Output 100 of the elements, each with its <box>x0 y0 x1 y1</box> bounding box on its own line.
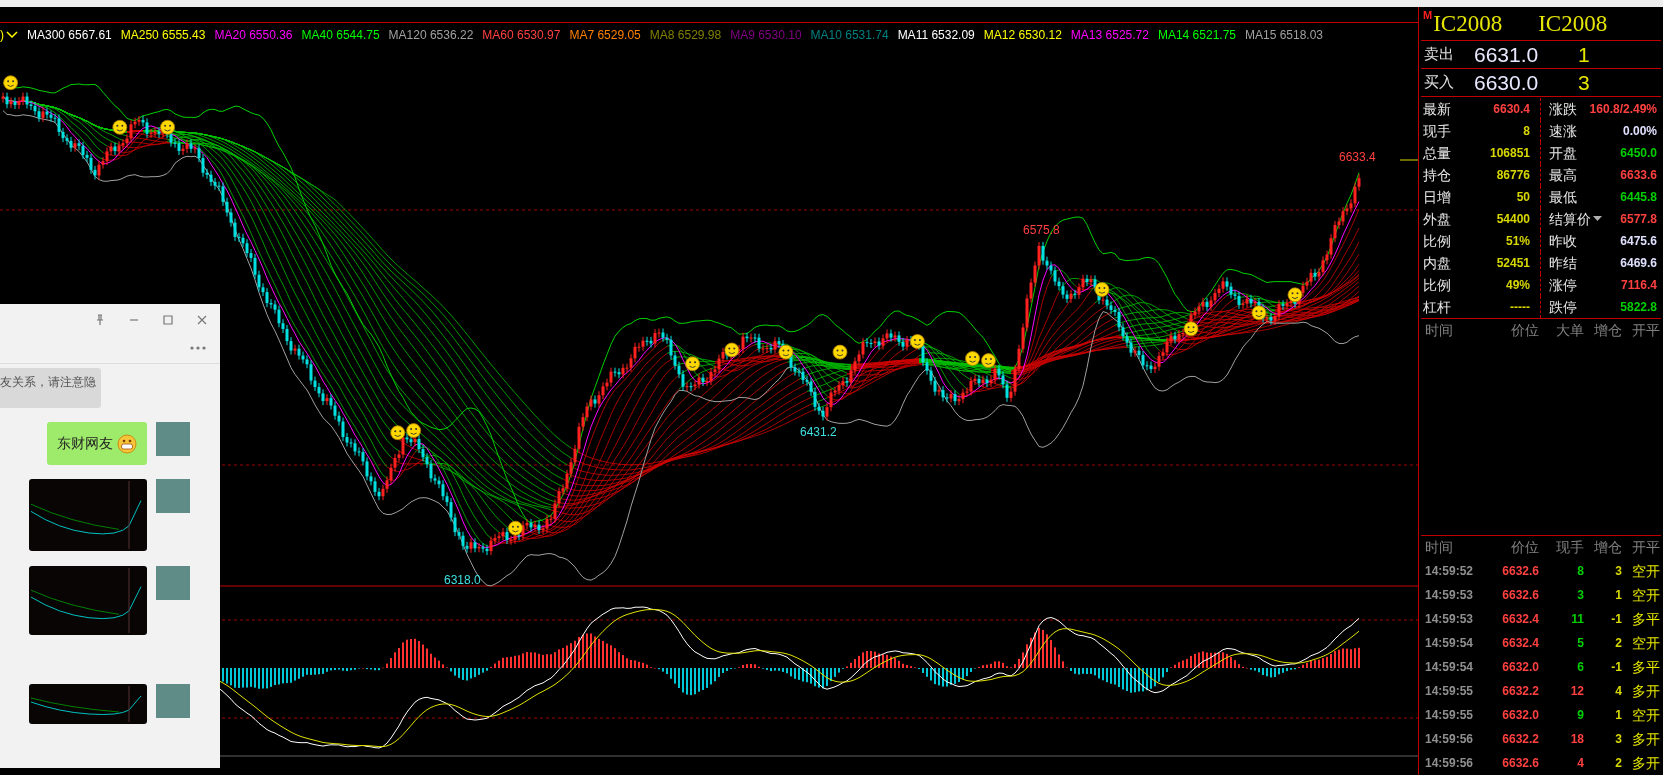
tick-price: 6632.6 <box>1501 563 1539 580</box>
stat-value: 106851 <box>1489 145 1530 162</box>
bid-volume: 3 <box>1578 69 1590 96</box>
contract-title: IC2008 <box>1538 10 1608 38</box>
moving-average-value: MA20 6550.36 <box>214 26 293 44</box>
chart-screenshot-thumbnail[interactable] <box>29 684 147 724</box>
stat-value: 54400 <box>1496 211 1530 228</box>
tick-trade-type: 空开 <box>1631 561 1660 581</box>
column-header: 时间 <box>1424 321 1454 340</box>
system-notice: 友关系，请注意隐 <box>0 368 101 408</box>
dropdown-triangle-icon[interactable] <box>1593 216 1602 222</box>
smiley-icon <box>724 342 740 358</box>
tick-price: 6632.0 <box>1501 707 1539 724</box>
smiley-icon <box>1094 282 1110 297</box>
column-header: 增仓 <box>1593 538 1622 557</box>
tick-time: 14:59:54 <box>1424 635 1475 652</box>
tick-price: 6632.4 <box>1501 635 1539 652</box>
tick-time: 14:59:53 <box>1424 587 1475 604</box>
tick-volume: 6 <box>1576 659 1584 676</box>
column-header: 开平 <box>1631 538 1660 557</box>
tick-time: 14:59:54 <box>1424 659 1475 676</box>
tick-time: 14:59:56 <box>1424 731 1475 748</box>
stat-value: 6577.8 <box>1620 211 1657 228</box>
more-options-icon[interactable] <box>190 345 206 350</box>
tick-position-change: -1 <box>1610 659 1622 676</box>
column-header: 价位 <box>1510 538 1539 557</box>
stat-label: 最新 <box>1423 99 1451 119</box>
stat-label: 跌停 <box>1549 297 1577 317</box>
stat-label: 最高 <box>1549 165 1577 185</box>
price-label: 6431.2 <box>800 425 837 439</box>
tick-volume: 3 <box>1576 587 1584 604</box>
ask-label: 卖出 <box>1424 44 1455 65</box>
tick-trade-type: 多开 <box>1631 681 1660 701</box>
stat-value: 6630.4 <box>1493 101 1530 118</box>
column-header: 价位 <box>1510 321 1539 340</box>
stat-value: ----- <box>1510 299 1530 316</box>
tick-price: 6632.6 <box>1501 755 1539 772</box>
tick-position-change: 3 <box>1614 563 1622 580</box>
moving-average-value: MA13 6525.72 <box>1070 26 1149 44</box>
stat-value: 6475.6 <box>1620 233 1657 250</box>
column-header: 增仓 <box>1593 321 1622 340</box>
tick-trade-type: 空开 <box>1631 633 1660 653</box>
contract-title: IC2008 <box>1433 10 1503 38</box>
smiley-icon <box>910 334 925 349</box>
stat-label: 开盘 <box>1549 143 1577 163</box>
moving-average-value: MA12 6530.12 <box>983 26 1062 44</box>
ask-volume: 1 <box>1578 41 1590 68</box>
tick-trade-type: 多开 <box>1631 729 1660 749</box>
moving-average-value: MA300 6567.61 <box>27 26 112 44</box>
tick-trade-type: 多开 <box>1631 753 1660 773</box>
smiley-icon <box>1183 321 1199 337</box>
price-marker-line <box>1399 159 1418 161</box>
message-text: 东财网友 <box>57 434 113 453</box>
stat-value: 5822.8 <box>1620 299 1657 316</box>
stat-value: 51% <box>1505 233 1530 250</box>
market-mark: M <box>1423 10 1433 21</box>
tick-price: 6632.2 <box>1501 731 1539 748</box>
stat-value: 49% <box>1505 277 1530 294</box>
moving-average-value: MA8 6529.98 <box>649 26 722 44</box>
smiley-icon <box>832 344 848 360</box>
tick-volume: 5 <box>1576 635 1584 652</box>
moving-average-value: MA250 6555.43 <box>120 26 206 44</box>
stat-label: 杠杆 <box>1423 297 1451 317</box>
tick-price: 6632.4 <box>1501 611 1539 628</box>
chart-screenshot-thumbnail[interactable] <box>29 479 147 551</box>
bid-label: 买入 <box>1424 72 1455 93</box>
stat-value: 86776 <box>1496 167 1530 184</box>
bid-price: 6630.0 <box>1474 69 1540 96</box>
tick-position-change: 1 <box>1614 587 1622 604</box>
tick-time: 14:59:56 <box>1424 755 1475 772</box>
chevron-down-icon[interactable] <box>6 30 18 39</box>
price-label: 6575.8 <box>1023 223 1060 237</box>
tick-trade-type: 空开 <box>1631 585 1660 605</box>
smiley-icon <box>390 425 406 441</box>
stat-label: 比例 <box>1423 231 1451 251</box>
moving-average-value: MA40 6544.75 <box>301 26 380 44</box>
legend-prefix: ) <box>0 26 4 44</box>
moving-average-value: MA7 6529.05 <box>569 26 641 44</box>
stat-label: 持仓 <box>1423 165 1451 185</box>
stat-label: 涨停 <box>1549 275 1577 295</box>
stat-dropdown[interactable]: 结算价 <box>1549 208 1602 230</box>
tick-volume: 18 <box>1569 731 1584 748</box>
stat-value: 7116.4 <box>1620 277 1657 294</box>
stat-label: 昨结 <box>1549 253 1577 273</box>
tick-position-change: 2 <box>1614 635 1622 652</box>
smiley-icon <box>160 119 175 135</box>
tick-time: 14:59:53 <box>1424 611 1475 628</box>
stat-value: 6469.6 <box>1620 255 1657 272</box>
stat-label: 比例 <box>1423 275 1451 295</box>
chart-screenshot-thumbnail[interactable] <box>29 566 147 635</box>
price-label: 6318.0 <box>444 573 481 587</box>
stat-value: 160.8/2.49% <box>1589 101 1657 118</box>
tick-trade-type: 多平 <box>1631 609 1660 629</box>
moving-average-value: MA10 6531.74 <box>810 26 889 44</box>
smiley-icon <box>685 356 700 372</box>
smiley-icon <box>778 344 794 360</box>
stat-value: 52451 <box>1496 255 1530 272</box>
stat-value: 6633.6 <box>1620 167 1657 184</box>
tick-volume: 8 <box>1576 563 1584 580</box>
smiley-icon <box>981 353 996 368</box>
